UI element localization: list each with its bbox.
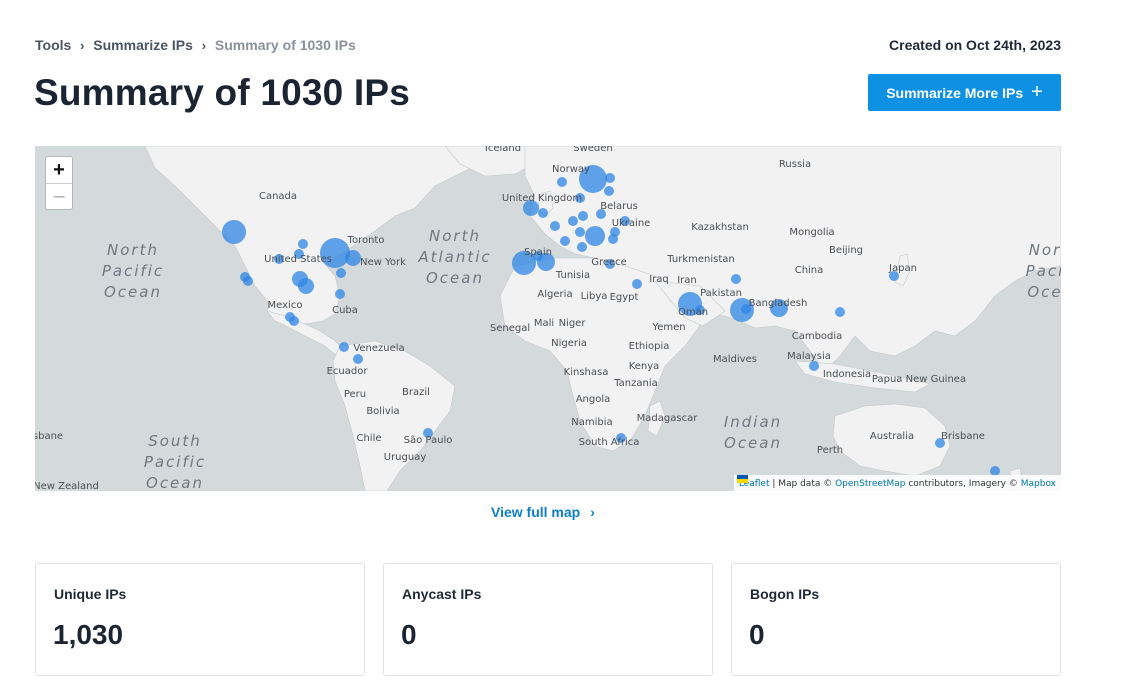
stat-card-bogon-ips: Bogon IPs 0	[731, 563, 1061, 676]
map-label: Sweden	[573, 146, 613, 154]
map-label: Mexico	[267, 300, 303, 311]
map-label: Tanzania	[614, 378, 658, 389]
map-label: Nigeria	[551, 338, 587, 349]
map-label: Mongolia	[789, 227, 835, 238]
ocean-label: North Pacific Ocean	[101, 241, 165, 301]
ukraine-flag-icon	[736, 475, 748, 483]
map-label: Chile	[356, 433, 382, 444]
map-label: Iceland	[484, 146, 522, 154]
map-label: United Kingdom	[501, 193, 583, 204]
ocean-label: Nor Paci Oce	[1025, 241, 1061, 301]
map-label: sbane	[35, 431, 64, 442]
map-label: Belarus	[600, 201, 638, 212]
map-label: Namibia	[571, 417, 613, 428]
stat-label: Bogon IPs	[750, 586, 820, 602]
plus-icon: +	[1031, 80, 1043, 103]
breadcrumb-current: Summary of 1030 IPs	[214, 37, 356, 53]
attribution-text: contributors, Imagery ©	[905, 479, 1021, 489]
breadcrumb-summarize-ips[interactable]: Summarize IPs	[93, 37, 193, 53]
map-label: Cambodia	[791, 331, 843, 342]
map-label: Bangladesh	[748, 298, 808, 309]
map-label: Japan	[889, 263, 917, 274]
chevron-right-icon: ›	[80, 37, 85, 53]
stat-value: 1,030	[53, 619, 124, 650]
summarize-more-ips-button[interactable]: Summarize More IPs +	[868, 74, 1061, 111]
map-label: China	[794, 265, 824, 276]
map-label: Peru	[343, 389, 367, 400]
map-label: Yemen	[652, 322, 686, 333]
map-label: Angola	[575, 394, 611, 405]
map-label: Niger	[558, 318, 586, 329]
map-label: Perth	[816, 445, 844, 456]
map-label: Cuba	[332, 305, 358, 316]
map-label: New York	[360, 257, 406, 268]
map-label: Russia	[778, 159, 812, 170]
map-label: Indonesia	[822, 369, 872, 380]
map-label: Malaysia	[787, 351, 831, 362]
map-label: Libya	[580, 291, 608, 302]
map-label: Kinshasa	[563, 367, 609, 378]
map-label: Mali	[533, 318, 555, 329]
map-label: Spain	[524, 247, 552, 258]
map-label: Ethiopia	[628, 341, 670, 352]
stat-card-unique-ips: Unique IPs 1,030	[35, 563, 365, 676]
map-label: Iran	[677, 275, 697, 286]
view-full-map-label: View full map	[491, 504, 581, 520]
breadcrumb: Tools › Summarize IPs › Summary of 1030 …	[35, 37, 356, 53]
map-label: Beijing	[828, 245, 864, 256]
map-label: Pakistan	[700, 288, 742, 299]
map-label: Brisbane	[941, 431, 985, 442]
ocean-label: Indian Ocean	[723, 413, 783, 452]
attribution-text: | Map data ©	[769, 479, 836, 489]
openstreetmap-link[interactable]: OpenStreetMap	[835, 479, 905, 489]
map-label: Iraq	[649, 274, 669, 285]
zoom-control: + –	[45, 156, 73, 210]
map-label: Uruguay	[383, 452, 427, 463]
created-date: Created on Oct 24th, 2023	[889, 37, 1061, 53]
map-label: Canada	[258, 191, 298, 202]
page-title: Summary of 1030 IPs	[34, 72, 411, 113]
stat-value: 0	[401, 619, 417, 650]
summarize-more-ips-label: Summarize More IPs	[886, 84, 1024, 101]
map-label: Norway	[552, 164, 590, 175]
ocean-label: South Pacific Ocean	[143, 432, 207, 491]
view-full-map-link[interactable]: View full map ›	[491, 504, 595, 520]
map-label: Papua New Guinea	[871, 374, 967, 385]
map-label: Brazil	[402, 387, 430, 398]
map-label: Kazakhstan	[691, 222, 749, 233]
map-label: Australia	[869, 431, 915, 442]
map-label: United States	[264, 254, 332, 265]
map-label: Tunisia	[555, 270, 591, 281]
map-label: Madagascar	[636, 413, 698, 424]
map-label: Toronto	[347, 235, 385, 246]
map-label: Ecuador	[326, 366, 368, 377]
chevron-right-icon: ›	[201, 37, 207, 53]
ip-map[interactable]: Iceland Sweden Norway Russia Canada Unit…	[35, 146, 1061, 491]
stat-label: Anycast IPs	[402, 586, 482, 602]
stat-value: 0	[749, 619, 765, 650]
stat-card-anycast-ips: Anycast IPs 0	[383, 563, 713, 676]
map-label: Senegal	[489, 323, 531, 334]
map-label: Venezuela	[353, 343, 405, 354]
map-label: Turkmenistan	[667, 254, 735, 265]
map-label: Kenya	[628, 361, 660, 372]
mapbox-link[interactable]: Mapbox	[1021, 479, 1056, 489]
map-label: Oman	[677, 307, 709, 318]
map-attribution: Leaflet | Map data © OpenStreetMap contr…	[733, 475, 1061, 491]
map-label: Bolivia	[366, 406, 400, 417]
map-label: Ukraine	[611, 218, 651, 229]
zoom-in-button[interactable]: +	[46, 157, 72, 183]
zoom-out-button[interactable]: –	[46, 183, 72, 209]
map-label: New Zealand	[35, 481, 99, 491]
map-label: Greece	[591, 257, 627, 268]
map-label: Egypt	[609, 292, 639, 303]
breadcrumb-tools[interactable]: Tools	[35, 37, 71, 53]
ocean-label: North Atlantic Ocean	[418, 227, 492, 287]
stat-label: Unique IPs	[54, 586, 127, 602]
map-label: São Paulo	[403, 435, 453, 446]
map-label: Maldives	[713, 354, 757, 365]
chevron-right-icon: ›	[590, 504, 595, 520]
map-label: South Africa	[578, 437, 640, 448]
map-label: Algeria	[537, 289, 573, 300]
